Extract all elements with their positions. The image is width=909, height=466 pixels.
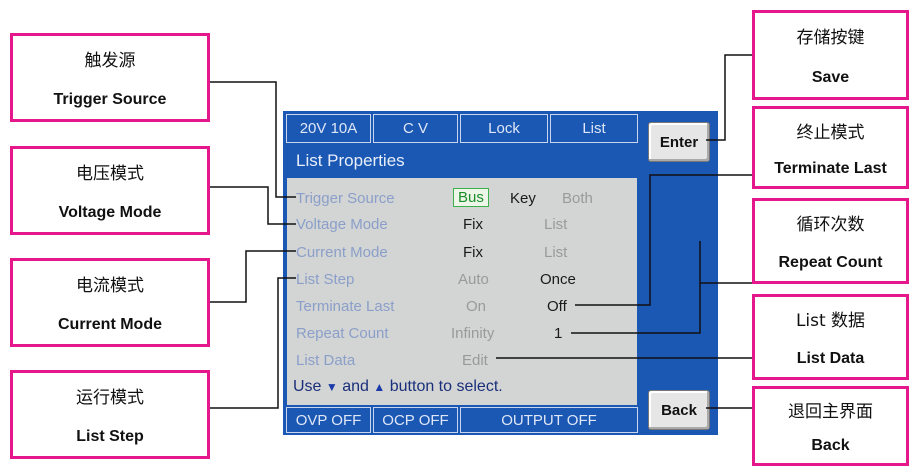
callout-zh: 电流模式 — [76, 276, 144, 296]
callout-en: Trigger Source — [53, 91, 167, 108]
callout-zh: 终止模式 — [796, 122, 865, 143]
callout-en: List Step — [76, 428, 144, 445]
callout-current-mode: 电流模式 Current Mode — [10, 258, 210, 347]
callout-zh: 触发源 — [84, 51, 136, 71]
callout-en: Save — [811, 68, 850, 86]
callout-save: 存储按键 Save — [752, 10, 909, 100]
callout-zh: 退回主界面 — [788, 401, 873, 422]
callout-en: Current Mode — [58, 316, 162, 333]
callout-trigger-source: 触发源 Trigger Source — [10, 33, 210, 122]
callout-zh: 循环次数 — [796, 215, 865, 236]
callout-back: 退回主界面 Back — [752, 386, 909, 466]
callout-en: List Data — [796, 349, 865, 367]
callout-en: Back — [811, 437, 850, 455]
callout-repeat-count: 循环次数 Repeat Count — [752, 198, 909, 284]
callout-voltage-mode: 电压模式 Voltage Mode — [10, 146, 210, 235]
callout-zh: 运行模式 — [76, 388, 144, 408]
callout-list-data: List 数据 List Data — [752, 294, 909, 380]
callout-en: Voltage Mode — [58, 204, 162, 221]
callout-en: Repeat Count — [778, 253, 883, 271]
callout-zh: 存储按键 — [796, 28, 865, 49]
callout-zh: List 数据 — [795, 311, 866, 332]
callout-terminate-last: 终止模式 Terminate Last — [752, 106, 909, 189]
callout-zh: 电压模式 — [76, 164, 144, 184]
callout-en: Terminate Last — [774, 159, 887, 177]
callout-list-step: 运行模式 List Step — [10, 370, 210, 459]
